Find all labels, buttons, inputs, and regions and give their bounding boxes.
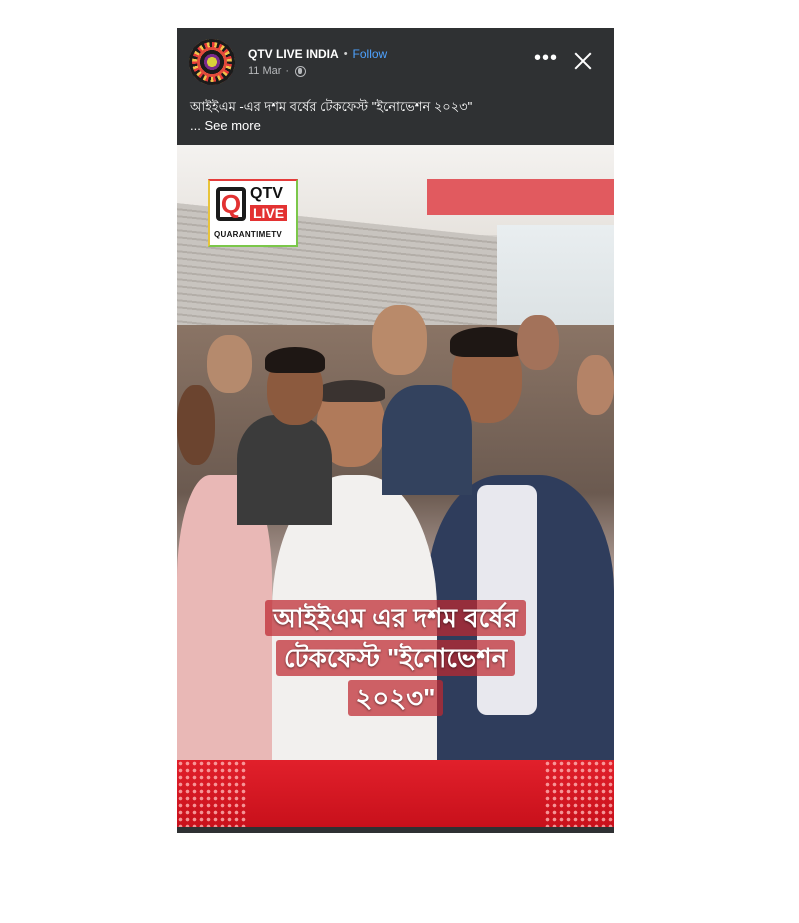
person-young <box>237 415 332 525</box>
head-bg-3 <box>517 315 559 370</box>
close-button[interactable] <box>574 52 592 70</box>
meta-separator: · <box>285 65 290 77</box>
logo-q: Q <box>216 187 246 221</box>
see-more-link[interactable]: ... See more <box>190 117 261 135</box>
logo-qtv: QTV <box>250 185 283 202</box>
post-header: QTV LIVE INDIA • Follow 11 Mar · ••• আইই… <box>177 28 614 145</box>
page-name[interactable]: QTV LIVE INDIA <box>248 47 339 61</box>
dot-pattern-right <box>544 760 614 827</box>
hair-young <box>265 347 325 373</box>
post-meta: 11 Mar · <box>248 65 307 77</box>
video-post: QTV LIVE INDIA • Follow 11 Mar · ••• আইই… <box>177 28 614 833</box>
video-progress-bar[interactable] <box>177 827 614 833</box>
follow-button[interactable]: Follow <box>353 47 388 61</box>
post-caption: আইইএম -এর দশম বর্ষের টেকফেস্ট "ইনোভেশন ২… <box>190 99 473 114</box>
head-back <box>372 305 427 375</box>
globe-icon <box>295 65 307 77</box>
page-avatar[interactable] <box>189 39 235 85</box>
hair-right <box>450 327 524 357</box>
qtv-live-logo: Q QTV LIVE QUARANTIMETV <box>208 179 298 247</box>
video-subtitle: আইইএম এর দশম বর্ষের টেকফেস্ট "ইনোভেশন ২০… <box>177 600 614 716</box>
separator-dot: • <box>343 48 348 60</box>
video-frame[interactable]: Q QTV LIVE QUARANTIMETV আইইএম এর দশম বর্… <box>177 145 614 827</box>
red-banner-strip <box>427 179 614 215</box>
more-options-button[interactable]: ••• <box>532 48 560 68</box>
head-bg-1 <box>207 335 252 393</box>
subtitle-line-1: আইইএম এর দশম বর্ষের <box>265 600 526 636</box>
logo-subtext: QUARANTIMETV <box>214 230 283 239</box>
post-date[interactable]: 11 Mar <box>248 65 281 77</box>
person-back <box>382 385 472 495</box>
red-bottom-band <box>177 760 614 827</box>
head-bg-2 <box>577 355 614 415</box>
more-horizontal-icon: ••• <box>533 47 558 69</box>
hair-center <box>317 380 385 402</box>
subtitle-line-3: ২০২৩" <box>347 680 444 716</box>
head-left <box>177 385 215 465</box>
name-row: QTV LIVE INDIA • Follow <box>248 47 387 61</box>
subtitle-line-2: টেকফেস্ট "ইনোভেশন <box>275 640 516 676</box>
logo-live: LIVE <box>250 205 288 221</box>
dot-pattern-left <box>177 760 247 827</box>
